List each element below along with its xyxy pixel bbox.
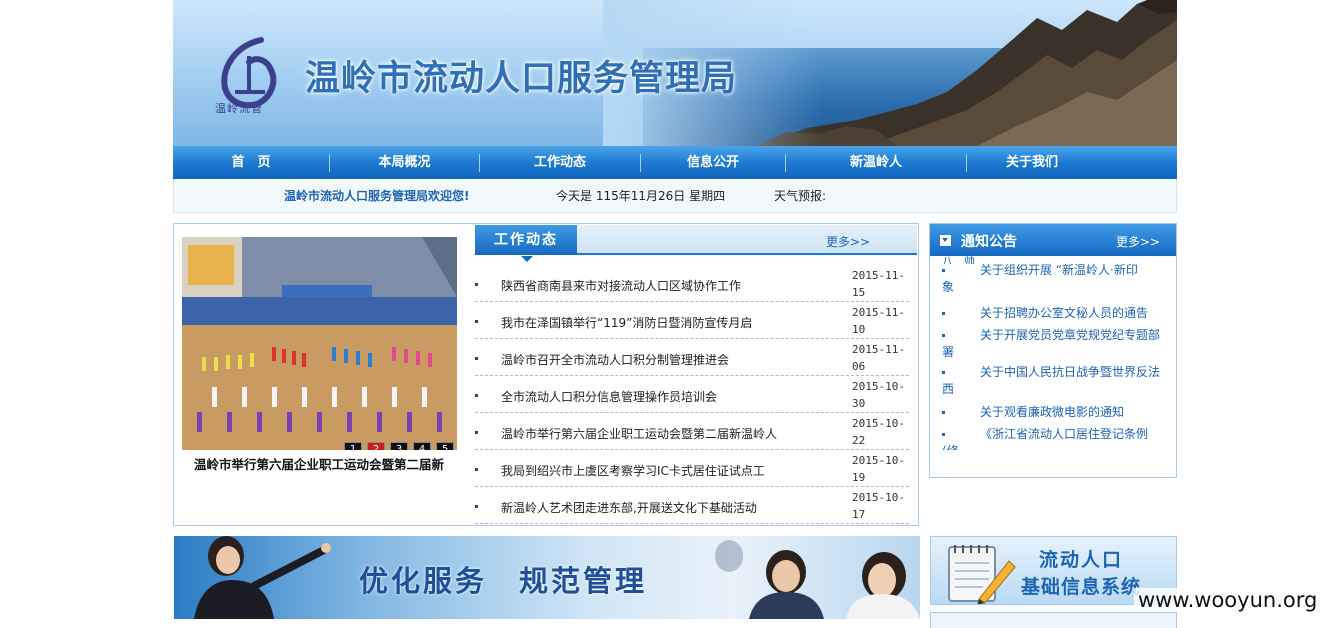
notice-text[interactable]: 关于观看廉政微电影的通知 — [980, 405, 1124, 419]
list-item[interactable]: 我局到绍兴市上虞区考察学习IC卡式居住证试点工 2015-10-19 — [475, 450, 909, 487]
bullet-icon — [475, 431, 478, 434]
news-more-link[interactable]: 更多>> — [826, 233, 870, 250]
bullet-icon — [475, 357, 478, 360]
nav-item-info-disclosure[interactable]: 信息公开 — [641, 146, 785, 179]
nav-item-about-bureau[interactable]: 本局概况 — [330, 146, 479, 179]
notice-title: 通知公告 — [961, 234, 1017, 250]
bullet-icon — [942, 269, 945, 272]
slideshow-caption-link[interactable]: 温岭市举行第六届企业职工运动会暨第二届新 — [194, 454, 444, 473]
welcome-greeting: 温岭市流动人口服务管理局欢迎您! — [284, 189, 470, 203]
slide-page-button-active[interactable]: 2 — [367, 442, 385, 450]
nav-item-new-wenling-people[interactable]: 新温岭人 — [786, 146, 966, 179]
bullet-icon — [475, 283, 478, 286]
bullet-icon — [942, 312, 945, 315]
watermark-text: www.wooyun.org — [1134, 588, 1322, 612]
list-item[interactable]: 温岭市召开全市流动人口积分制管理推进会 2015-11-06 — [475, 339, 909, 376]
bullet-icon — [475, 505, 478, 508]
main-nav: 首 页 本局概况 工作动态 信息公开 新温岭人 关于我们 — [173, 146, 1177, 179]
news-header: 工作动态 更多>> — [475, 225, 917, 262]
notice-text[interactable]: 《浙江省流动人口居住登记条例 — [980, 427, 1148, 441]
notice-more-link[interactable]: 更多>> — [1116, 233, 1160, 250]
slide-page-button[interactable]: 4 — [413, 442, 431, 450]
site-banner: 温岭流管 温岭市流动人口服务管理局 — [173, 0, 1177, 146]
slide-page-button[interactable]: 1 — [344, 442, 362, 450]
welcome-bar: 温岭市流动人口服务管理局欢迎您! 今天是 115年11月26日 星期四 天气预报… — [173, 179, 1177, 213]
slide-page-button[interactable]: 3 — [390, 442, 408, 450]
news-date: 2015-10-19 — [852, 454, 905, 484]
news-date: 2015-11-10 — [852, 306, 905, 336]
notepad-pencil-icon — [948, 545, 1016, 604]
notice-text[interactable]: 关于招聘办公室文秘人员的通告 — [980, 306, 1148, 320]
logo-caption: 温岭流管 — [215, 102, 263, 115]
bullet-icon — [942, 371, 945, 374]
notice-item[interactable]: 关于观看廉政微电影的通知 — [942, 404, 1168, 422]
nav-item-work-news[interactable]: 工作动态 — [480, 146, 640, 179]
site-title: 温岭市流动人口服务管理局 — [305, 59, 738, 99]
news-title[interactable]: 温岭市举行第六届企业职工运动会暨第二届新温岭人 — [501, 425, 777, 442]
notice-item[interactable]: 《浙江省流动人口居住登记条例 (修 — [942, 426, 1168, 450]
bullet-icon — [942, 334, 945, 337]
bullet-icon — [475, 394, 478, 397]
bullet-icon — [475, 468, 478, 471]
tab-work-news[interactable]: 工作动态 — [475, 225, 577, 262]
news-title[interactable]: 温岭市召开全市流动人口积分制管理推进会 — [501, 351, 729, 368]
news-title[interactable]: 新温岭人艺术团走进东部,开展送文化下基础活动 — [501, 499, 757, 516]
bullet-icon — [942, 411, 945, 414]
notice-text[interactable]: 关于组织开展 “新温岭人·新印 — [980, 263, 1138, 277]
news-date: 2015-10-17 — [852, 491, 905, 521]
nav-item-home[interactable]: 首 页 — [173, 146, 329, 179]
bullet-icon — [942, 433, 945, 436]
notice-wrap-text: 象 — [942, 280, 955, 294]
nav-item-about-us[interactable]: 关于我们 — [967, 146, 1097, 179]
news-list: 陕西省商南县来市对接流动人口区域协作工作 2015-11-15 我市在泽国镇举行“… — [475, 265, 909, 524]
news-title[interactable]: 陕西省商南县来市对接流动人口区域协作工作 — [501, 277, 741, 294]
news-date: 2015-11-15 — [852, 269, 905, 299]
weather-label: 天气预报: — [774, 189, 827, 203]
notice-text[interactable]: 关于开展党员党章党规党纪专题部 — [980, 328, 1160, 342]
notice-item[interactable]: 关于中国人民抗日战争暨世界反法西 — [942, 364, 1168, 400]
notice-text[interactable]: 关于中国人民抗日战争暨世界反法 — [980, 365, 1160, 379]
slogan-banner[interactable]: 优化服务 规范管理 — [174, 536, 920, 619]
notice-wrap-text: 署 — [942, 345, 955, 359]
notice-list: 关于组织开展 “新温岭人·新印象 关于招聘办公室文秘人员的通告 关于开展党员党章… — [942, 262, 1168, 454]
system-title-line1: 流动人口 — [1039, 549, 1124, 571]
current-date: 今天是 115年11月26日 星期四 — [556, 189, 726, 203]
news-title[interactable]: 我市在泽国镇举行“119”消防日暨消防宣传月启 — [501, 314, 752, 331]
system-title-line2: 基础信息系统 — [1021, 576, 1142, 598]
list-item[interactable]: 我市在泽国镇举行“119”消防日暨消防宣传月启 2015-11-10 — [475, 302, 909, 339]
bullet-icon — [475, 320, 478, 323]
news-title[interactable]: 我局到绍兴市上虞区考察学习IC卡式居住证试点工 — [501, 462, 765, 479]
notice-item[interactable]: 关于组织开展 “新温岭人·新印象 — [942, 262, 1168, 301]
list-item[interactable]: 新温岭人艺术团走进东部,开展送文化下基础活动 2015-10-17 — [475, 487, 909, 524]
next-banner-edge — [930, 612, 1177, 628]
news-date: 2015-10-22 — [852, 417, 905, 447]
list-item[interactable]: 温岭市举行第六届企业职工运动会暨第二届新温岭人 2015-10-22 — [475, 413, 909, 450]
list-item[interactable]: 全市流动人口积分信息管理操作员培训会 2015-10-30 — [475, 376, 909, 413]
collapse-icon[interactable] — [940, 235, 951, 246]
page-wrapper: 温岭流管 温岭市流动人口服务管理局 首 页 本局概况 工作动态 信息公开 新温岭… — [173, 0, 1177, 628]
notice-header: 通知公告 更多>> — [930, 224, 1176, 256]
notice-wrap-text: 西 — [942, 382, 955, 396]
news-title[interactable]: 全市流动人口积分信息管理操作员培训会 — [501, 388, 717, 405]
notice-item[interactable]: 关于开展党员党章党规党纪专题部署 — [942, 327, 1168, 360]
sports-meeting-photo — [182, 237, 457, 450]
slideshow-image[interactable]: 1 2 3 4 5 — [182, 237, 457, 450]
slide-page-button[interactable]: 5 — [436, 442, 454, 450]
news-date: 2015-10-30 — [852, 380, 905, 410]
list-item[interactable]: 陕西省商南县来市对接流动人口区域协作工作 2015-11-15 — [475, 265, 909, 302]
notice-item[interactable]: 关于招聘办公室文秘人员的通告 — [942, 305, 1168, 323]
news-section: 1 2 3 4 5 温岭市举行第六届企业职工运动会暨第二届新 工作动态 更多>>… — [173, 223, 919, 526]
slideshow-pager: 1 2 3 4 5 — [344, 442, 454, 450]
notice-wrap-text: (修 — [942, 443, 959, 450]
slogan-text: 优化服务 规范管理 — [359, 564, 648, 598]
notice-board: 通知公告 更多>> 八 帅 关于组织开展 “新温岭人·新印象 关于招聘办公室文秘… — [929, 223, 1177, 478]
news-date: 2015-11-06 — [852, 343, 905, 373]
